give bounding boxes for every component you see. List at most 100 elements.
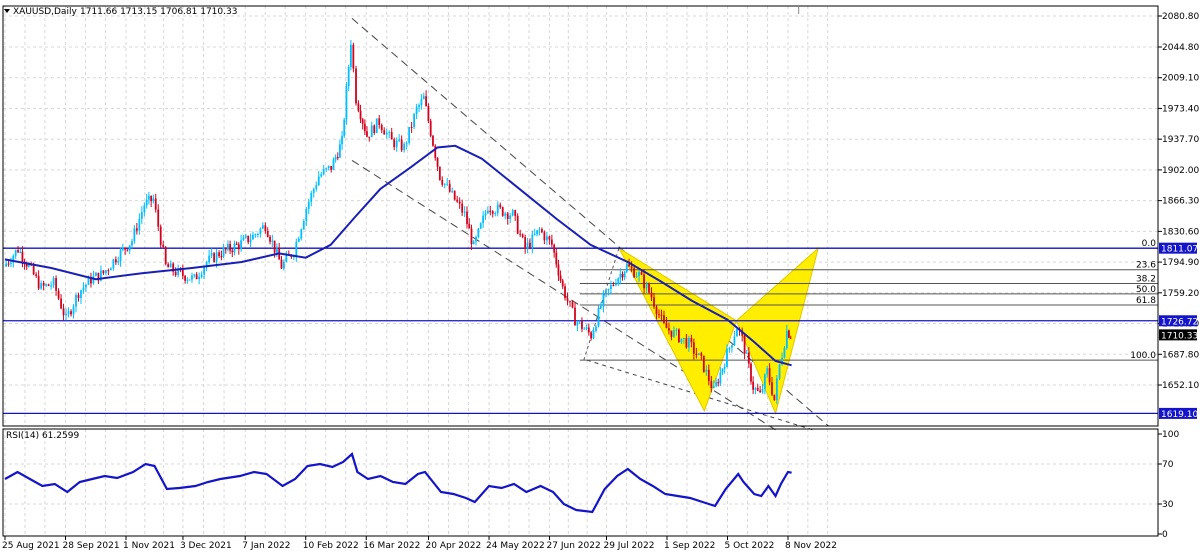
price-tick-label: 1794.90: [1162, 258, 1199, 268]
candle-body: [621, 273, 624, 278]
candle-body: [630, 266, 633, 269]
candle-body: [193, 274, 196, 276]
time-tick-label: 1 Nov 2021: [123, 541, 175, 551]
candle-body: [235, 243, 238, 245]
candle-body: [32, 264, 35, 275]
candle-body: [62, 308, 65, 316]
candle-body: [571, 301, 574, 308]
candle-body: [242, 237, 245, 241]
candle-body: [543, 232, 546, 241]
candle-body: [418, 105, 420, 108]
candle-body: [357, 103, 360, 111]
candle-body: [504, 213, 507, 216]
candle-body: [590, 332, 593, 339]
candle-body: [470, 228, 473, 245]
candle-body: [682, 337, 685, 339]
candle-body: [750, 363, 752, 382]
candle-body: [429, 120, 432, 136]
candle-body: [191, 275, 193, 280]
candle-body: [540, 229, 543, 233]
candle-body: [721, 368, 724, 373]
candle-body: [719, 372, 722, 384]
candle-body: [169, 263, 172, 268]
candle-body: [506, 213, 509, 219]
candle-body: [343, 119, 346, 136]
candle-body: [355, 68, 357, 104]
candle-body: [673, 330, 675, 337]
price-chart[interactable]: 0.023.638.250.061.8100.0 RSI(14) 61.2599…: [0, 0, 1200, 554]
candle-body: [747, 352, 750, 364]
candle-body: [332, 159, 335, 170]
candle-body: [315, 185, 318, 190]
candle-body: [695, 353, 698, 355]
candle-body: [208, 255, 211, 263]
candle-body: [564, 286, 566, 299]
candle-body: [612, 284, 615, 286]
candle-body: [602, 293, 605, 307]
candle-body: [181, 270, 184, 276]
candle-body: [555, 252, 558, 265]
time-tick-label: 10 Feb 2022: [303, 541, 359, 551]
candle-body: [685, 337, 688, 348]
candle-body: [425, 96, 428, 107]
candle-body: [516, 215, 519, 234]
candle-body: [330, 165, 333, 170]
candle-body: [307, 201, 310, 209]
candle-body: [463, 211, 466, 213]
candle-body: [726, 349, 728, 367]
candle-body: [607, 288, 610, 291]
candle-body: [759, 390, 762, 393]
candle-body: [70, 311, 72, 315]
candle-body: [52, 278, 55, 286]
candle-body: [538, 229, 541, 231]
candle-body: [705, 369, 708, 372]
candle-body: [200, 274, 203, 277]
candle-body: [259, 228, 262, 235]
candle-body: [138, 218, 141, 231]
candle-body: [385, 132, 388, 135]
candle-body: [643, 274, 645, 289]
candle-body: [112, 259, 115, 269]
candle-body: [85, 284, 87, 288]
candle-body: [47, 284, 50, 286]
candle-body: [50, 285, 52, 287]
candle-body: [638, 272, 640, 277]
candle-body: [640, 272, 643, 275]
fib-level-label: 61.8: [1136, 296, 1156, 306]
time-tick-label: 8 Nov 2022: [785, 541, 837, 551]
candle-body: [143, 205, 146, 213]
candle-body: [370, 125, 373, 138]
candle-body: [174, 271, 177, 276]
candle-body: [628, 264, 630, 267]
candle-body: [285, 254, 288, 262]
candle-body: [10, 262, 12, 264]
candle-body: [545, 236, 548, 241]
candle-body: [128, 245, 131, 251]
candle-body: [578, 321, 581, 323]
candle-body: [102, 270, 105, 274]
time-tick-label: 20 Apr 2022: [426, 541, 482, 551]
candle-body: [509, 215, 512, 219]
candle-body: [135, 228, 138, 231]
candle-body: [273, 240, 276, 253]
candle-body: [390, 132, 393, 140]
candle-body: [633, 268, 635, 278]
candle-body: [438, 166, 441, 180]
candle-body: [453, 190, 456, 200]
candle-body: [771, 382, 773, 395]
candle-body: [623, 271, 626, 278]
candle-body: [475, 237, 477, 242]
level-price-tag-label: 1619.10: [1161, 410, 1198, 420]
candle-body: [456, 199, 459, 202]
candle-body: [451, 190, 454, 192]
level-price-tag-label: 1811.07: [1161, 245, 1198, 255]
candle-body: [680, 338, 683, 343]
candle-body: [227, 244, 229, 250]
current-price-label: 1710.33: [1161, 331, 1198, 341]
candle-body: [615, 284, 617, 286]
price-tick-label: 1973.40: [1162, 104, 1199, 114]
candle-body: [581, 321, 583, 329]
candle-body: [154, 198, 157, 210]
candle-body: [305, 208, 308, 222]
time-tick-label: 7 Jan 2022: [242, 541, 290, 551]
